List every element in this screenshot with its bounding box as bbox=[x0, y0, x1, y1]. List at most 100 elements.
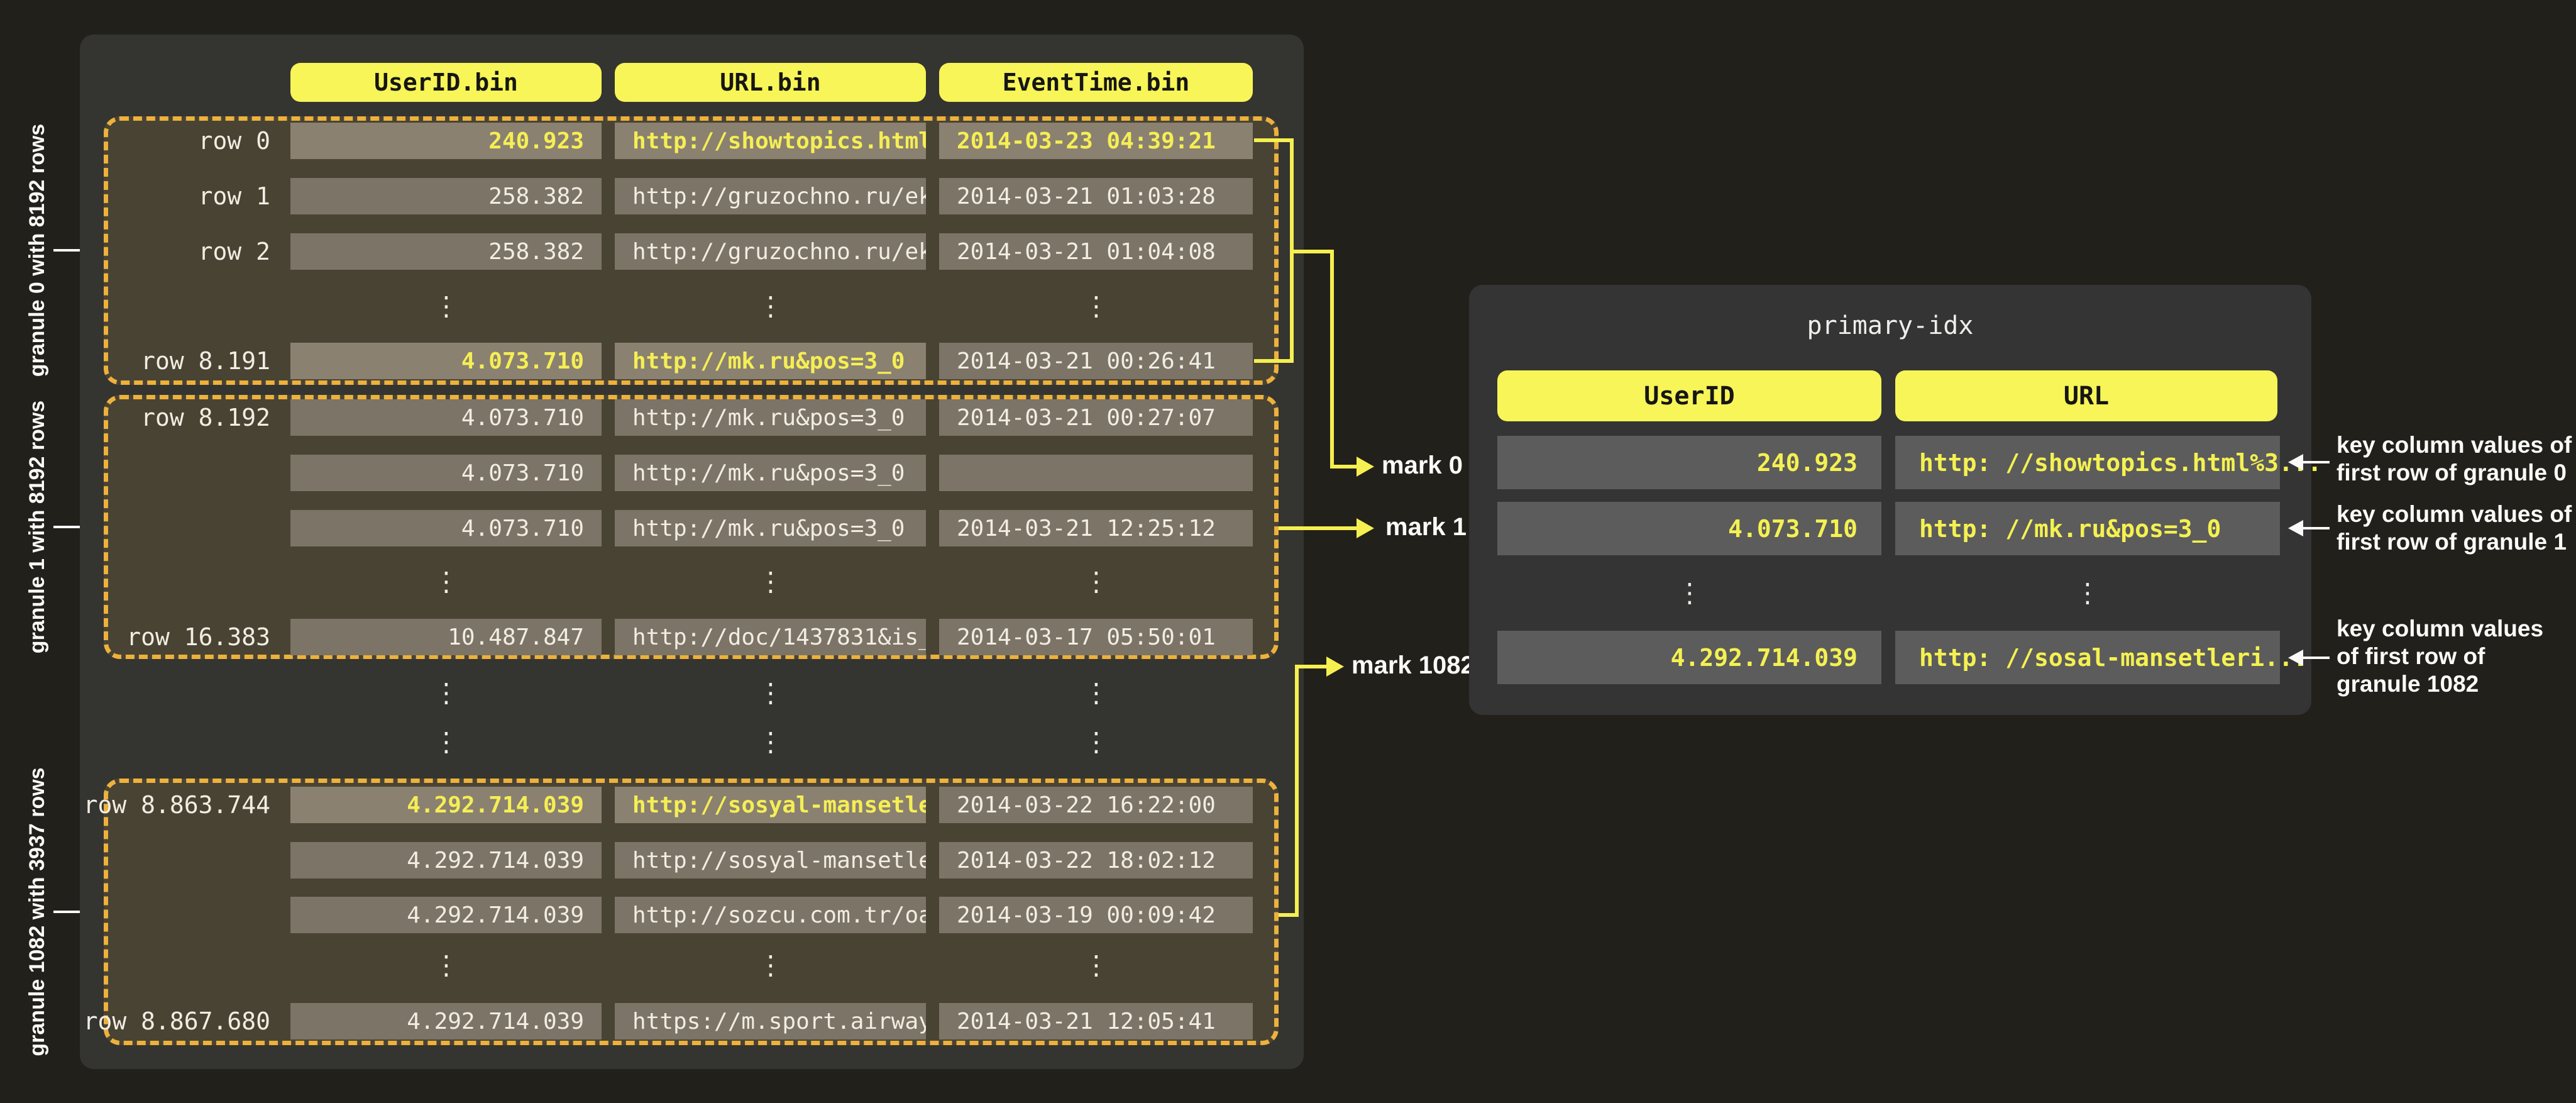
ellipsis: ⋮ bbox=[733, 568, 808, 595]
mark1082-label: mark 1082 bbox=[1351, 651, 1475, 680]
index-cell-userid: 4.292.714.039 bbox=[1497, 631, 1881, 684]
header-pill-eventtime-bin: EventTime.bin bbox=[939, 63, 1253, 102]
table-cell-eventtime: 2014-03-23 04:39:21 bbox=[939, 123, 1253, 159]
mark0-bracket-bottom bbox=[1254, 359, 1294, 363]
primary-index-title: primary-idx bbox=[1469, 311, 2311, 340]
granule-0-side-label: granule 0 with 8192 rows bbox=[25, 106, 53, 395]
row-label bbox=[88, 510, 270, 546]
row-label: row 8.863.744 bbox=[88, 787, 270, 823]
ellipsis: ⋮ bbox=[409, 568, 484, 595]
ellipsis: ⋮ bbox=[409, 952, 484, 978]
table-cell-userid: 4.073.710 bbox=[290, 510, 602, 546]
row-label bbox=[88, 455, 270, 491]
ellipsis: ⋮ bbox=[733, 680, 808, 706]
table-cell-eventtime: 2014-03-21 12:25:12 bbox=[939, 510, 1253, 546]
table-cell-userid: 4.292.714.039 bbox=[290, 842, 602, 879]
ellipsis: ⋮ bbox=[409, 729, 484, 755]
table-cell-userid: 4.073.710 bbox=[290, 455, 602, 491]
ellipsis: ⋮ bbox=[1059, 680, 1134, 706]
table-cell-userid: 258.382 bbox=[290, 178, 602, 214]
granule-0-arrow-line bbox=[53, 249, 84, 252]
mark0-connector-h1 bbox=[1290, 250, 1334, 253]
index-cell-url: http: //sosal-mansetleri... bbox=[1895, 631, 2280, 684]
table-cell-url: http://sozcu.com.tr/oaut bbox=[615, 897, 926, 933]
table-cell-url: http://mk.ru&pos=3_0 bbox=[615, 455, 926, 491]
mark0-label: mark 0 bbox=[1382, 452, 1463, 480]
table-cell-eventtime: 2014-03-21 00:26:41 bbox=[939, 343, 1253, 379]
table-cell-eventtime: 2014-03-17 05:50:01 bbox=[939, 619, 1253, 655]
mark1-label: mark 1 bbox=[1385, 513, 1467, 541]
mark0-bracket-top bbox=[1254, 138, 1294, 142]
row-label bbox=[88, 842, 270, 879]
table-cell-url: https://m.sport.airway/? bbox=[615, 1003, 926, 1039]
mark1082-connector-h2 bbox=[1295, 665, 1328, 668]
table-cell-url: http://mk.ru&pos=3_0 bbox=[615, 343, 926, 379]
table-cell-eventtime bbox=[939, 455, 1253, 491]
granule-1082-side-label: granule 1082 with 3937 rows bbox=[25, 767, 53, 1056]
annotation-line: first row of granule 0 bbox=[2337, 459, 2572, 487]
annotation-granule-0: key column values of first row of granul… bbox=[2337, 431, 2572, 487]
row-label: row 8.191 bbox=[88, 343, 270, 379]
table-cell-userid: 4.073.710 bbox=[290, 399, 602, 436]
row-label bbox=[88, 897, 270, 933]
annotation-line: key column values of bbox=[2337, 431, 2572, 459]
row-label: row 1 bbox=[88, 178, 270, 214]
index-row2-arrow-line bbox=[2302, 657, 2330, 659]
ellipsis: ⋮ bbox=[1059, 293, 1134, 319]
granule-1-arrow-line bbox=[53, 526, 84, 528]
table-cell-userid: 4.292.714.039 bbox=[290, 787, 602, 823]
annotation-line: key column values of bbox=[2337, 501, 2572, 528]
table-cell-userid: 4.073.710 bbox=[290, 343, 602, 379]
table-cell-userid: 10.487.847 bbox=[290, 619, 602, 655]
ellipsis: ⋮ bbox=[1059, 568, 1134, 595]
table-cell-url: http://doc/1437831&is_mo... bbox=[615, 619, 926, 655]
header-pill-userid-bin: UserID.bin bbox=[290, 63, 602, 102]
mark0-connector-v bbox=[1330, 250, 1334, 468]
ellipsis: ⋮ bbox=[2050, 580, 2125, 606]
ellipsis: ⋮ bbox=[1652, 580, 1727, 606]
table-cell-url: http://showtopics.html%3... bbox=[615, 123, 926, 159]
ellipsis: ⋮ bbox=[1059, 729, 1134, 755]
row-label: row 0 bbox=[88, 123, 270, 159]
table-cell-userid: 240.923 bbox=[290, 123, 602, 159]
table-cell-eventtime: 2014-03-21 01:03:28 bbox=[939, 178, 1253, 214]
table-cell-url: http://gruzochno.ru/ekat... bbox=[615, 178, 926, 214]
mark1082-arrow-icon bbox=[1326, 657, 1344, 677]
index-row2-arrow-icon bbox=[2288, 650, 2303, 666]
annotation-line: granule 1082 bbox=[2337, 670, 2543, 698]
index-row1-arrow-line bbox=[2302, 527, 2330, 529]
table-cell-eventtime: 2014-03-22 16:22:00 bbox=[939, 787, 1253, 823]
table-cell-eventtime: 2014-03-22 18:02:12 bbox=[939, 842, 1253, 879]
index-cell-userid: 240.923 bbox=[1497, 436, 1881, 489]
index-row1-arrow-icon bbox=[2288, 520, 2303, 536]
index-row0-arrow-line bbox=[2302, 461, 2330, 463]
granule-1082-arrow-line bbox=[53, 911, 84, 913]
row-label: row 16.383 bbox=[88, 619, 270, 655]
mark1-arrow-icon bbox=[1357, 518, 1374, 538]
table-cell-userid: 4.292.714.039 bbox=[290, 897, 602, 933]
table-cell-url: http://sosyal-mansetleri... bbox=[615, 842, 926, 879]
index-row0-arrow-icon bbox=[2288, 454, 2303, 470]
table-cell-eventtime: 2014-03-21 01:04:08 bbox=[939, 233, 1253, 270]
clickhouse-granules-diagram: granule 0 with 8192 rows granule 1 with … bbox=[0, 0, 2576, 1103]
granule-1-side-label: granule 1 with 8192 rows bbox=[25, 382, 53, 672]
table-cell-eventtime: 2014-03-21 12:05:41 bbox=[939, 1003, 1253, 1039]
table-cell-eventtime: 2014-03-21 00:27:07 bbox=[939, 399, 1253, 436]
index-cell-userid: 4.073.710 bbox=[1497, 502, 1881, 555]
table-cell-userid: 4.292.714.039 bbox=[290, 1003, 602, 1039]
ellipsis: ⋮ bbox=[733, 293, 808, 319]
row-label: row 2 bbox=[88, 233, 270, 270]
header-pill-url-bin: URL.bin bbox=[615, 63, 926, 102]
header-pill-url: URL bbox=[1895, 370, 2277, 421]
ellipsis: ⋮ bbox=[1059, 952, 1134, 978]
index-cell-url: http: //mk.ru&pos=3_0 bbox=[1895, 502, 2280, 555]
annotation-line: of first row of bbox=[2337, 643, 2543, 670]
row-label: row 8.192 bbox=[88, 399, 270, 436]
ellipsis: ⋮ bbox=[733, 952, 808, 978]
mark1082-connector-v bbox=[1295, 665, 1299, 917]
table-cell-userid: 258.382 bbox=[290, 233, 602, 270]
table-cell-url: http://mk.ru&pos=3_0 bbox=[615, 510, 926, 546]
annotation-line: key column values bbox=[2337, 615, 2543, 643]
mark1-connector bbox=[1279, 526, 1358, 530]
header-pill-userid: UserID bbox=[1497, 370, 1881, 421]
